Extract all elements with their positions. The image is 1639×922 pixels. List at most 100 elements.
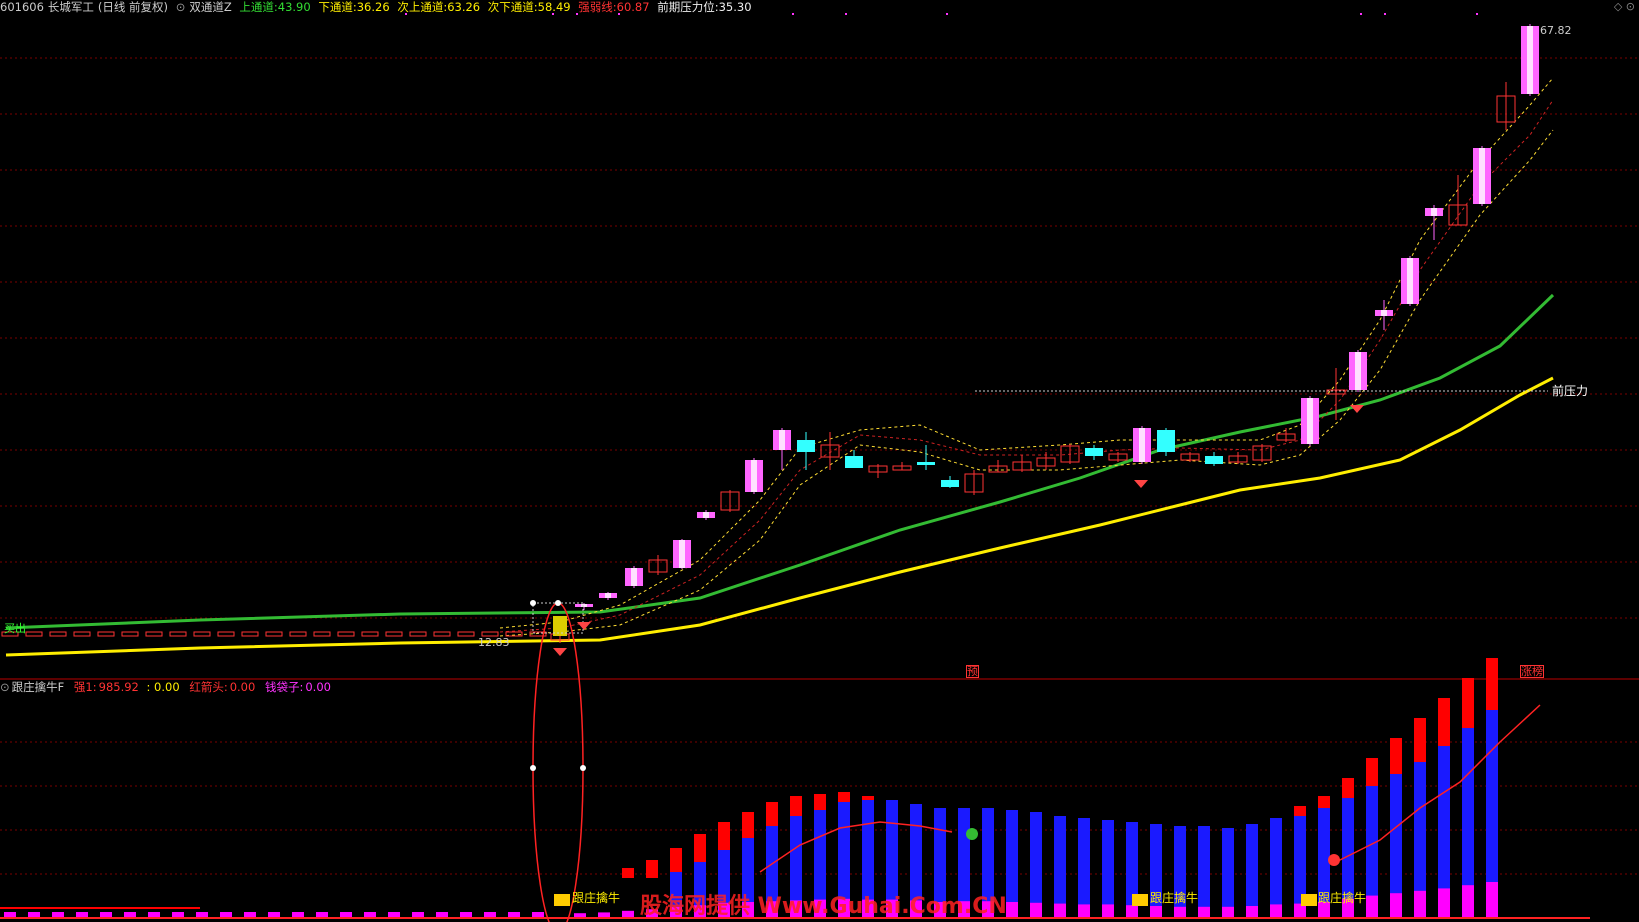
candle-body	[361, 631, 379, 637]
kline-chart[interactable]	[0, 0, 1639, 922]
marker-yu: 预	[966, 665, 979, 678]
annotation-handle	[555, 600, 561, 606]
candle-body	[433, 631, 451, 637]
sub-indicator-toggle-icon[interactable]: ⊙	[0, 680, 10, 694]
colon-value: : 0.00	[146, 680, 180, 694]
marker-dot	[1384, 13, 1386, 15]
sub-magenta-bar	[1174, 906, 1186, 918]
redhead-value: 0.00	[229, 680, 256, 694]
candle-highlight	[631, 568, 637, 586]
sub-magenta-bar	[1246, 906, 1258, 918]
marker-dot	[576, 13, 578, 15]
candle-body	[265, 631, 283, 637]
sub-blue-bar	[1198, 826, 1210, 910]
sub-magenta-bar	[1390, 893, 1402, 918]
sub-blue-bar	[1414, 762, 1426, 898]
pressure-line-label: 前压力	[1552, 384, 1589, 398]
sub-magenta-bar	[1198, 906, 1210, 918]
marker-dot	[792, 13, 794, 15]
sub-blue-bar	[1462, 728, 1474, 894]
sub-magenta-bar	[1366, 895, 1378, 918]
sub-magenta-bar	[1078, 904, 1090, 918]
yellow-ma-line	[5, 376, 1554, 657]
candle-highlight	[605, 593, 611, 598]
candle-highlight	[1355, 352, 1361, 390]
candle-body	[49, 631, 67, 637]
candle-highlight	[1527, 26, 1533, 94]
signal-arrow-icon	[1134, 480, 1148, 488]
candle-body	[941, 480, 959, 487]
channel-red-dash	[499, 99, 1554, 633]
candle-body	[457, 631, 475, 637]
sub-indicator-name[interactable]: 跟庄擒牛F	[12, 680, 65, 694]
candle-body	[193, 631, 211, 637]
sub-magenta-bar	[1486, 882, 1498, 918]
marker-dot	[1360, 13, 1362, 15]
annotation-handle	[530, 600, 536, 606]
candle-body	[1157, 430, 1175, 452]
signal-label-2: 跟庄擒牛	[1150, 891, 1199, 905]
sub-blue-bar	[1054, 816, 1066, 908]
strong1-value: 985.92	[98, 680, 139, 694]
sub-blue-bar	[1270, 818, 1282, 908]
sub-chart-header: ⊙ 跟庄擒牛F 强1: 985.92 : 0.00 红箭头: 0.00 钱袋子: 0.0…	[0, 680, 333, 694]
candle-body	[1205, 456, 1223, 464]
candle-body	[145, 631, 163, 637]
marker-dot	[946, 13, 948, 15]
sub-magenta-bar	[1222, 906, 1234, 918]
candle-highlight	[751, 460, 757, 492]
candle-body	[797, 440, 815, 452]
candle-body	[97, 631, 115, 637]
candle-highlight	[581, 604, 587, 607]
high-price-label: 67.82	[1540, 24, 1572, 37]
candle-body	[845, 456, 863, 468]
sub-blue-bar	[1486, 710, 1498, 891]
candle-body	[73, 631, 91, 637]
sub-blue-bar	[1102, 820, 1114, 908]
sub-red-bar	[646, 860, 658, 878]
sub-magenta-bar	[1006, 902, 1018, 918]
candle-body	[385, 631, 403, 637]
candle-body	[1085, 448, 1103, 456]
candle-highlight	[679, 540, 685, 568]
signal-box-icon	[1301, 894, 1317, 906]
signal-label-1: 跟庄擒牛	[572, 891, 621, 905]
money-label: 钱袋子:	[264, 680, 304, 694]
marker-zhangting: 涨榜	[1520, 665, 1544, 678]
signal-arrow-icon	[577, 622, 591, 630]
channel-yellow-dash-upper	[499, 77, 1554, 629]
candle-highlight	[1479, 148, 1485, 204]
candle-highlight	[1139, 428, 1145, 462]
candle-body	[313, 631, 331, 637]
annotation-handle	[530, 765, 536, 771]
candle-highlight	[1431, 208, 1437, 216]
marker-dot	[618, 13, 620, 15]
sub-blue-bar	[1078, 818, 1090, 908]
red-circle-icon	[1328, 854, 1340, 866]
candle-body	[917, 462, 935, 465]
candle-highlight	[703, 512, 709, 518]
signal-label-3: 跟庄擒牛	[1318, 891, 1367, 905]
sub-blue-bar	[1246, 824, 1258, 909]
candle-body	[217, 631, 235, 637]
sub-red-bar	[622, 868, 634, 878]
signal-arrow-icon	[553, 648, 567, 656]
buy-tag: 买出	[4, 622, 26, 635]
sub-blue-bar	[1006, 810, 1018, 906]
candle-body	[409, 631, 427, 637]
buy-candle	[553, 616, 567, 636]
sub-magenta-bar	[1054, 903, 1066, 918]
candle-body	[289, 631, 307, 637]
candle-highlight	[1381, 310, 1387, 316]
candle-body	[241, 631, 259, 637]
candle-highlight	[1407, 258, 1413, 304]
sub-blue-bar	[1222, 828, 1234, 910]
marker-dot	[552, 13, 554, 15]
sub-blue-bar	[1342, 798, 1354, 904]
sub-blue-bar	[1294, 816, 1306, 908]
marker-dot	[845, 13, 847, 15]
signal-box-icon	[554, 894, 570, 906]
candle-body	[169, 631, 187, 637]
sub-magenta-bar	[1438, 888, 1450, 918]
marker-dot	[405, 13, 407, 15]
